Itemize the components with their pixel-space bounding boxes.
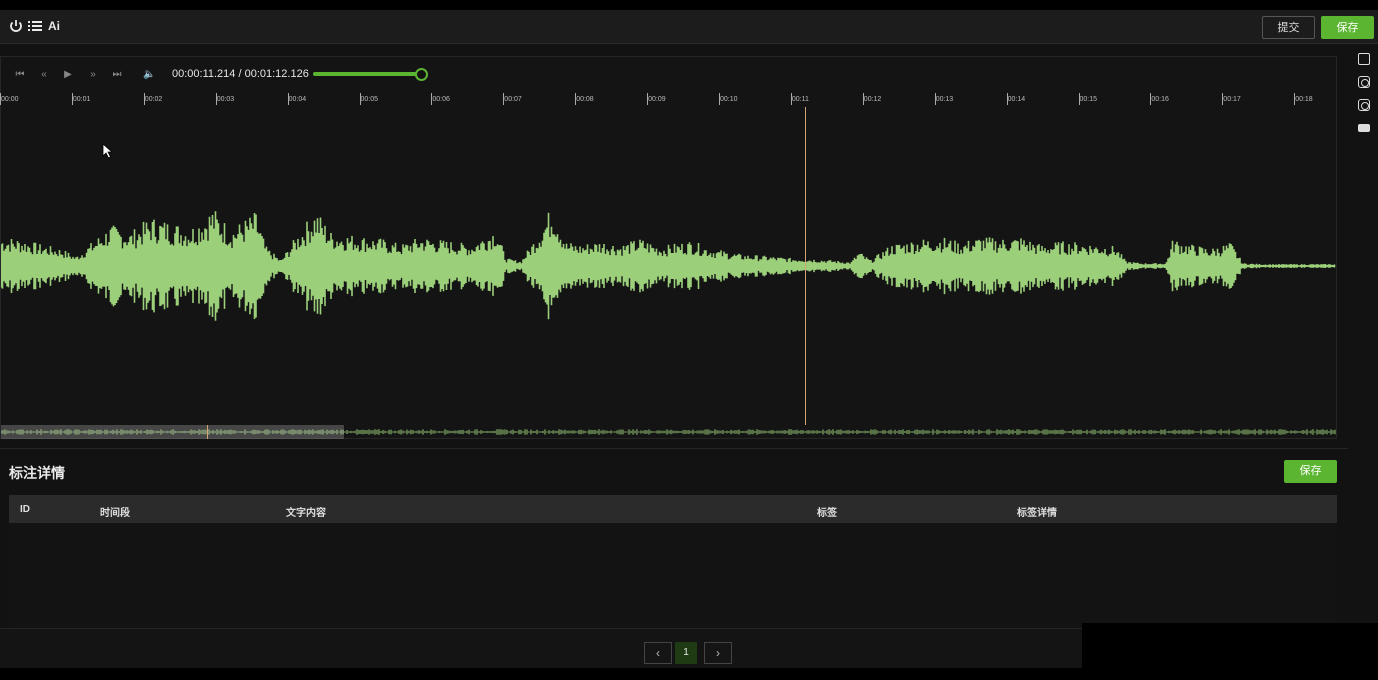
timeline-ruler[interactable]: 00:00 00:01 00:02 00:03 00:04 00:05 00:06 00:07… bbox=[0, 93, 1336, 107]
column-id[interactable]: ID bbox=[20, 504, 30, 515]
timeline-label: 00:14 bbox=[1007, 96, 1026, 103]
footer-blank-area bbox=[1082, 623, 1378, 668]
annotation-title: 标注详情 bbox=[9, 465, 65, 481]
timeline-label: 00:00 bbox=[1, 96, 19, 103]
time-separator: / bbox=[235, 68, 245, 80]
annotation-table-body bbox=[9, 523, 1337, 627]
duration: 00:01:12.126 bbox=[244, 68, 309, 80]
timeline-label: 00:02 bbox=[144, 96, 163, 103]
skip-end-icon[interactable]: ⏭ bbox=[111, 69, 123, 81]
timeline-label: 00:05 bbox=[360, 96, 379, 103]
volume-icon[interactable]: 🔈 bbox=[143, 69, 155, 81]
timeline-label: 00:12 bbox=[863, 96, 882, 103]
minimap-viewport[interactable] bbox=[1, 425, 344, 439]
timeline-label: 00:08 bbox=[576, 96, 594, 103]
timeline-label: 00:07 bbox=[504, 96, 522, 103]
prev-page-button[interactable]: ‹ bbox=[644, 642, 672, 664]
image-tool-icon[interactable] bbox=[1358, 53, 1370, 65]
fast-forward-icon[interactable]: » bbox=[87, 69, 99, 81]
column-label-detail[interactable]: 标签详情 bbox=[1017, 504, 1057, 519]
timeline-label: 00:04 bbox=[288, 96, 307, 103]
annotation-table-header: ID 时间段 文字内容 标签 标签详情 bbox=[9, 495, 1337, 523]
column-label[interactable]: 标签 bbox=[817, 504, 837, 519]
submit-button[interactable]: 提交 bbox=[1262, 16, 1315, 39]
play-icon[interactable]: ▶ bbox=[62, 69, 74, 81]
page-number-1[interactable]: 1 bbox=[675, 642, 697, 664]
skip-start-icon[interactable]: ⏮ bbox=[14, 69, 26, 81]
top-toolbar: Ai 提交 保存 bbox=[0, 0, 1378, 44]
waveform-path bbox=[1, 211, 1336, 321]
audio-player-panel: ⏮ « ▶ » ⏭ 🔈 00:00:11.214 / 00:01:12.126 … bbox=[0, 56, 1337, 439]
save-annotation-button[interactable]: 保存 bbox=[1284, 460, 1337, 483]
timeline-label: 00:09 bbox=[648, 96, 666, 103]
timeline-label: 00:11 bbox=[791, 96, 809, 103]
list-icon[interactable] bbox=[27, 18, 43, 34]
divider bbox=[0, 448, 1348, 449]
time-readout: 00:00:11.214 / 00:01:12.126 bbox=[172, 68, 309, 80]
circle-tool-icon-2[interactable] bbox=[1358, 99, 1370, 111]
volume-slider-handle[interactable] bbox=[415, 68, 428, 81]
circle-tool-icon[interactable] bbox=[1358, 76, 1370, 88]
column-text-content[interactable]: 文字内容 bbox=[286, 504, 326, 519]
power-icon[interactable] bbox=[8, 18, 24, 34]
minimap-cursor bbox=[207, 425, 208, 439]
mouse-pointer-icon bbox=[102, 143, 114, 159]
timeline-label: 00:16 bbox=[1151, 96, 1169, 103]
timeline-label: 00:10 bbox=[720, 96, 738, 103]
current-time: 00:00:11.214 bbox=[172, 68, 236, 80]
waveform[interactable] bbox=[1, 107, 1336, 425]
save-button-top[interactable]: 保存 bbox=[1321, 16, 1374, 39]
timeline-label: 00:17 bbox=[1223, 96, 1241, 103]
playhead-cursor[interactable] bbox=[805, 107, 806, 425]
bottom-bar bbox=[0, 668, 1378, 680]
timeline-label: 00:13 bbox=[935, 96, 954, 103]
timeline-label: 00:15 bbox=[1079, 96, 1098, 103]
timeline-label: 00:03 bbox=[216, 96, 235, 103]
ai-icon[interactable]: Ai bbox=[48, 19, 60, 33]
next-page-button[interactable]: › bbox=[704, 642, 732, 664]
timeline-label: 00:06 bbox=[432, 96, 450, 103]
column-time-range[interactable]: 时间段 bbox=[100, 504, 130, 519]
rewind-icon[interactable]: « bbox=[38, 69, 50, 81]
timeline-label: 00:18 bbox=[1295, 96, 1313, 103]
waveform-minimap[interactable] bbox=[1, 425, 1336, 439]
timeline-label: 00:01 bbox=[72, 96, 91, 103]
volume-slider-track[interactable] bbox=[313, 72, 421, 76]
keyboard-icon[interactable] bbox=[1358, 124, 1370, 132]
